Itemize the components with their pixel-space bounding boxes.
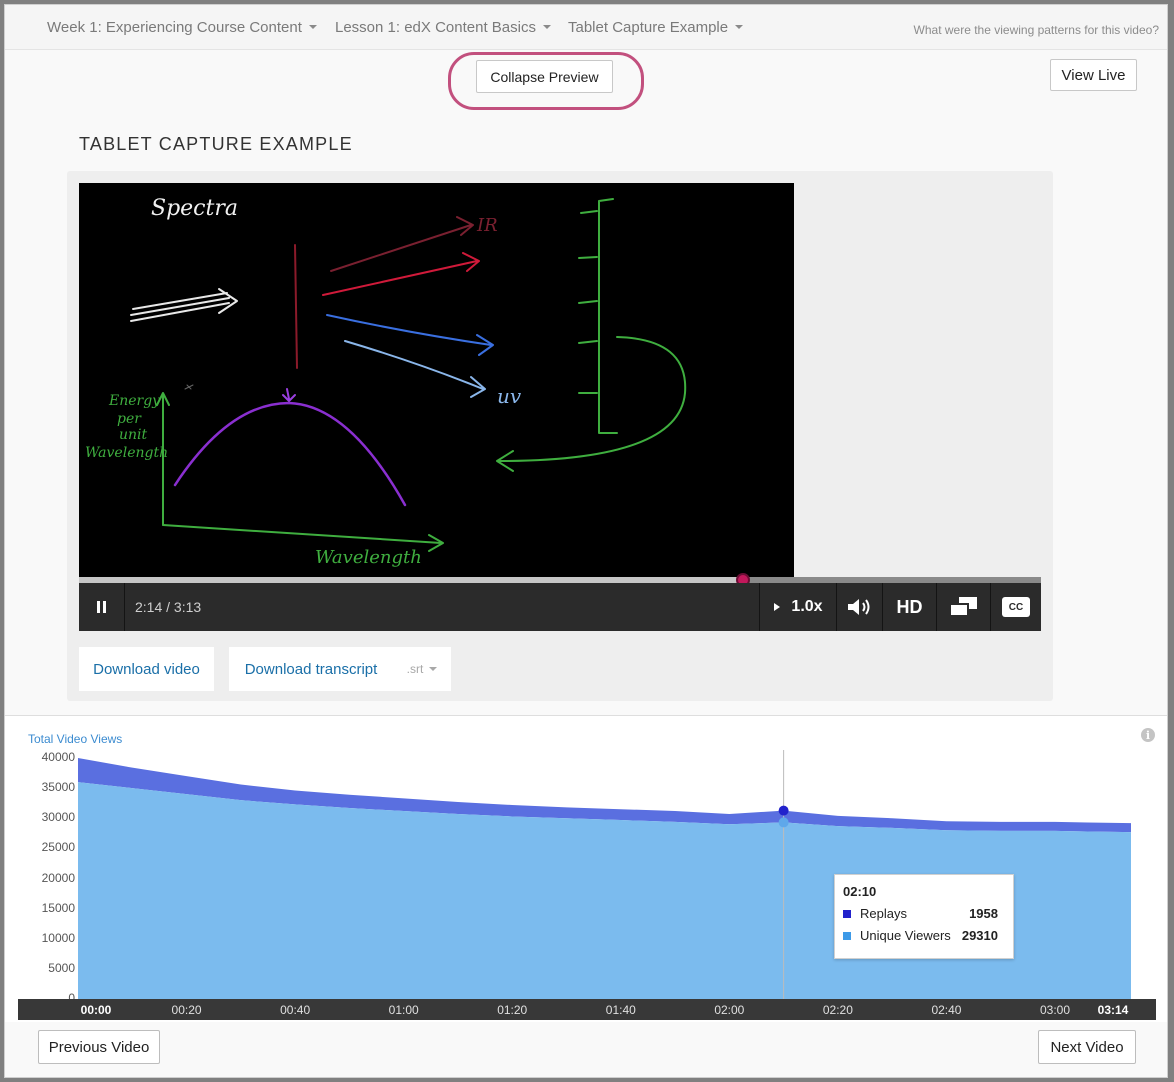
time-display: 2:14 / 3:13 bbox=[135, 599, 202, 615]
tooltip-unique-viewers-value: 29310 bbox=[961, 928, 998, 943]
speed-button[interactable]: 1.0x bbox=[759, 583, 836, 631]
view-live-button[interactable]: View Live bbox=[1050, 59, 1137, 91]
x-tick-label: 02:40 bbox=[931, 1003, 962, 1017]
video-frame-image: Spectra IR uv Energy per unit Wavelength… bbox=[85, 196, 687, 568]
speed-label: 1.0x bbox=[791, 598, 823, 615]
download-transcript-button[interactable]: Download transcript bbox=[229, 647, 393, 691]
x-tick-label: 01:20 bbox=[497, 1003, 528, 1017]
video-player[interactable]: Spectra IR uv Energy per unit Wavelength… bbox=[79, 183, 794, 577]
previous-video-button[interactable]: Previous Video bbox=[38, 1030, 160, 1064]
breadcrumb: Week 1: Experiencing Course Content Less… bbox=[5, 5, 1167, 50]
breadcrumb-week-label: Week 1: Experiencing Course Content bbox=[47, 19, 302, 36]
unique-viewers-swatch bbox=[843, 931, 851, 940]
chevron-down-icon bbox=[542, 25, 551, 29]
x-tick-label: 03:00 bbox=[1039, 1003, 1071, 1017]
drawing-label-spectra: Spectra bbox=[151, 196, 238, 221]
x-tick-label: 02:00 bbox=[714, 1003, 745, 1017]
x-tick-label: 01:00 bbox=[388, 1003, 419, 1017]
collapse-preview-button[interactable]: Collapse Preview bbox=[476, 60, 613, 93]
drawing-label-energy-1: Energy bbox=[108, 393, 161, 409]
transcript-format-select[interactable]: .srt bbox=[393, 647, 451, 691]
captions-button[interactable]: CC bbox=[990, 583, 1041, 631]
chevron-down-icon bbox=[308, 25, 317, 29]
x-tick-label: 01:40 bbox=[605, 1003, 636, 1017]
volume-button[interactable] bbox=[836, 583, 882, 631]
breadcrumb-unit[interactable]: Tablet Capture Example bbox=[568, 19, 744, 36]
area-chart-plot[interactable] bbox=[5, 716, 1168, 1022]
drawing-label-energy-3: unit bbox=[119, 427, 148, 443]
analytics-page: Week 1: Experiencing Course Content Less… bbox=[4, 4, 1168, 1078]
pause-icon bbox=[96, 601, 106, 613]
chevron-down-icon bbox=[735, 25, 744, 29]
x-tick-label: 00:00 bbox=[80, 1003, 112, 1017]
viewing-patterns-question: What were the viewing patterns for this … bbox=[913, 23, 1159, 37]
replays-swatch bbox=[843, 909, 851, 918]
video-views-chart: Total Video Views i 40000 35000 30000 25000… bbox=[5, 715, 1168, 1022]
fullscreen-icon bbox=[948, 597, 977, 617]
fullscreen-button[interactable] bbox=[936, 583, 990, 631]
chevron-down-icon bbox=[429, 667, 438, 671]
drawing-label-uv: uv bbox=[497, 384, 522, 408]
breadcrumb-unit-label: Tablet Capture Example bbox=[568, 19, 729, 36]
volume-icon bbox=[847, 599, 869, 615]
hover-point-unique-viewers bbox=[778, 817, 789, 828]
breadcrumb-lesson-label: Lesson 1: edX Content Basics bbox=[335, 19, 536, 36]
drawing-label-wavelength: Wavelength bbox=[315, 547, 422, 568]
hd-button[interactable]: HD bbox=[882, 583, 936, 631]
breadcrumb-lesson[interactable]: Lesson 1: edX Content Basics bbox=[335, 19, 551, 36]
x-tick-label: 02:20 bbox=[822, 1003, 853, 1017]
tooltip-replays-value: 1958 bbox=[969, 906, 998, 921]
transcript-format-value: .srt bbox=[406, 662, 424, 676]
tooltip-unique-viewers-name: Unique Viewers bbox=[860, 928, 951, 943]
video-controls: 2:14 / 3:13 1.0x HD CC bbox=[79, 583, 1041, 631]
x-tick-label: 00:40 bbox=[280, 1003, 311, 1017]
tooltip-row-replays: Replays 1958 bbox=[843, 906, 998, 921]
next-video-button[interactable]: Next Video bbox=[1038, 1030, 1136, 1064]
download-video-button[interactable]: Download video bbox=[79, 647, 214, 691]
cc-icon: CC bbox=[1002, 597, 1030, 617]
x-tick-label: 00:20 bbox=[171, 1003, 202, 1017]
x-tick-label: 03:14 bbox=[1097, 1003, 1129, 1017]
drawing-label-ir: IR bbox=[476, 215, 498, 236]
video-title: TABLET CAPTURE EXAMPLE bbox=[79, 134, 353, 154]
tooltip-replays-name: Replays bbox=[860, 906, 907, 921]
tooltip-row-unique-viewers: Unique Viewers 29310 bbox=[843, 928, 998, 943]
chart-tooltip: 02:10 Replays 1958 Unique Viewers 29310 bbox=[834, 874, 1014, 959]
x-axis: 00:00 00:20 00:40 01:00 01:20 01:40 02:00 02:20… bbox=[18, 999, 1156, 1020]
play-triangle-icon bbox=[774, 603, 781, 611]
tooltip-time: 02:10 bbox=[843, 884, 877, 899]
hover-point-replays bbox=[778, 805, 789, 816]
pause-button[interactable] bbox=[79, 583, 125, 631]
breadcrumb-week[interactable]: Week 1: Experiencing Course Content bbox=[47, 19, 317, 36]
drawing-label-energy-4: Wavelength bbox=[85, 445, 168, 461]
drawing-label-energy-2: per bbox=[117, 411, 142, 427]
